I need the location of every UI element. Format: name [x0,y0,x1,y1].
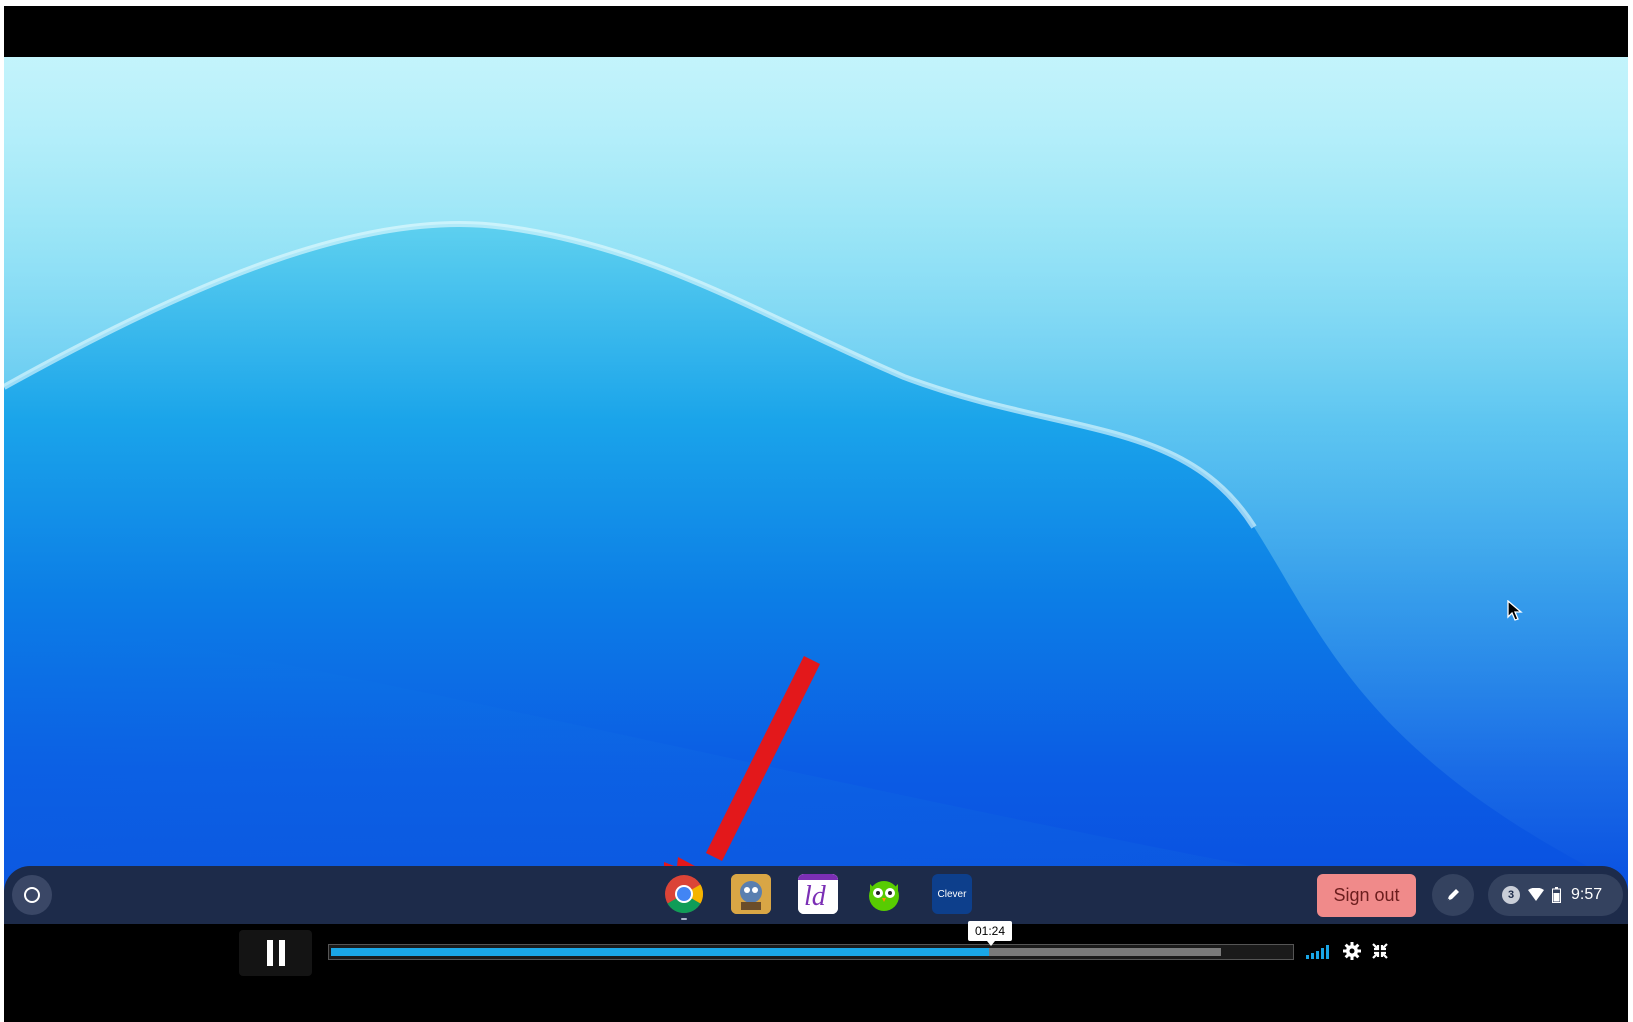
pause-icon [266,940,273,966]
mouse-cursor-icon [1507,600,1523,621]
video-frame: ld Clever Sign out 3 9:57 01:24 [4,6,1628,1022]
video-player-controls: 01:24 [4,921,1628,1022]
battery-icon [1552,887,1561,903]
stylus-icon [1446,889,1459,902]
status-tray[interactable]: 3 9:57 [1488,874,1623,916]
chromeos-shelf: ld Clever Sign out 3 9:57 [4,866,1628,924]
sign-out-button[interactable]: Sign out [1317,874,1416,917]
video-top-bar [4,6,1628,57]
notification-count-badge: 3 [1502,886,1520,904]
chrome-logo [665,875,704,914]
launcher-button[interactable] [12,875,52,915]
chrome-running-indicator [681,918,687,920]
seek-bar[interactable] [328,944,1294,960]
svg-text:ld: ld [804,881,827,912]
letters-art: ld [798,874,838,914]
green-owl-icon[interactable] [864,874,904,914]
pause-button[interactable] [239,930,312,976]
played-progress [331,948,989,956]
chrome-icon[interactable] [664,874,704,914]
letters-icon[interactable]: ld [798,874,838,914]
current-time-tooltip: 01:24 [968,921,1012,946]
game-art [731,874,771,914]
clock-time: 9:57 [1571,886,1603,903]
game-character-icon[interactable] [731,874,771,914]
clever-app-icon[interactable]: Clever [932,874,972,914]
launcher-circle-icon [24,887,40,903]
clever-label: Clever [937,888,967,900]
wifi-icon [1528,888,1544,901]
gear-icon[interactable] [1343,942,1361,960]
chromeos-desktop-wallpaper [4,57,1628,925]
volume-icon[interactable] [1306,943,1332,959]
exit-fullscreen-icon[interactable] [1372,943,1388,959]
stylus-tools-button[interactable] [1432,874,1474,916]
owl-art [869,881,899,911]
